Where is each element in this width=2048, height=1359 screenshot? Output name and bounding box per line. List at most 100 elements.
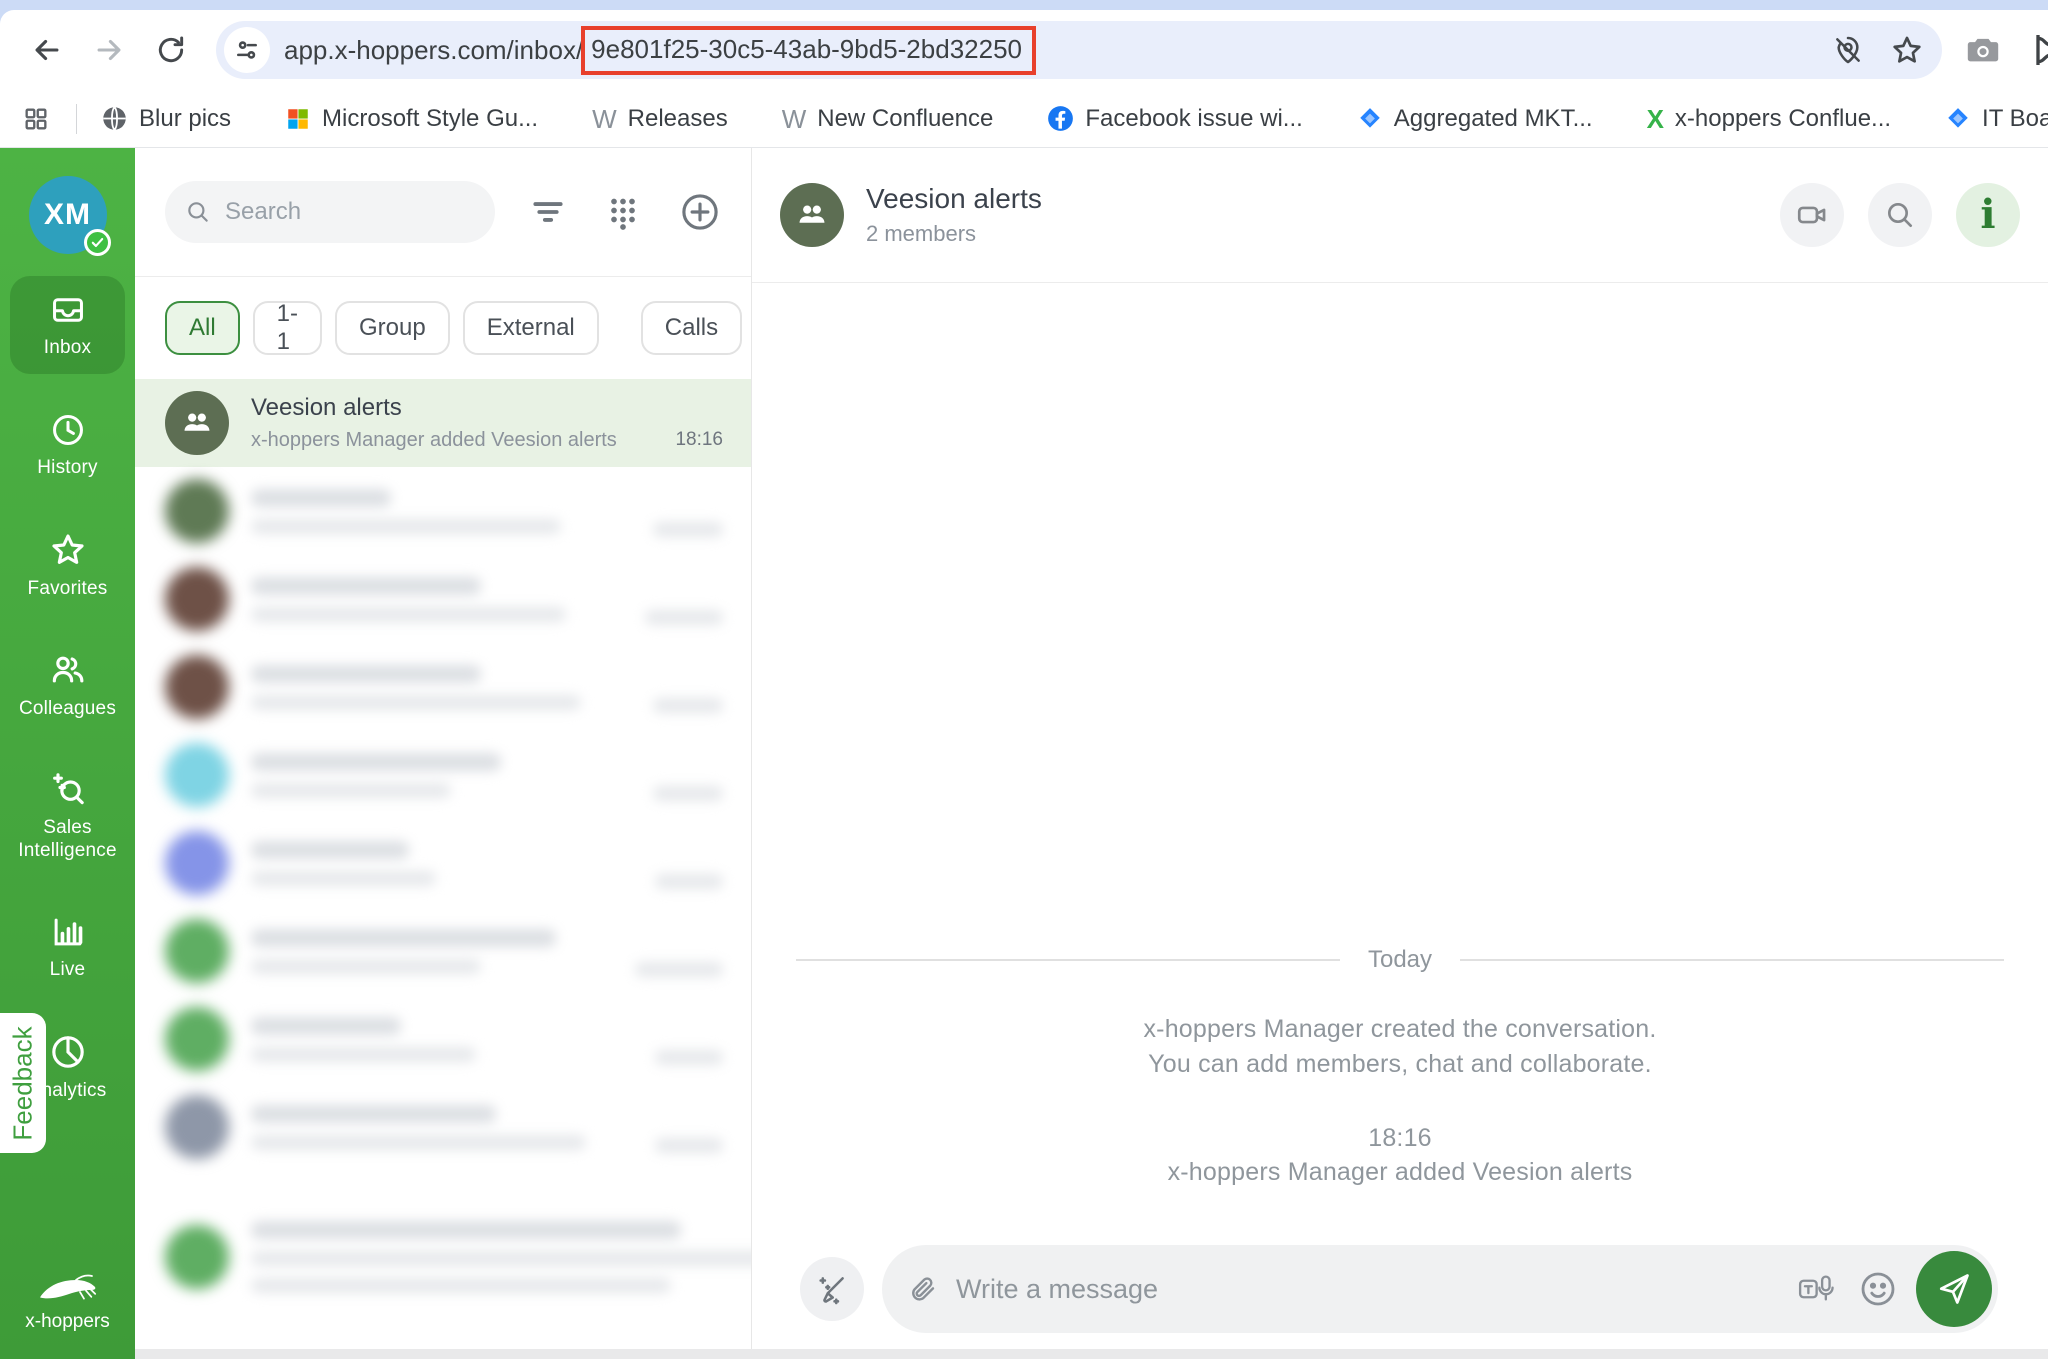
avatar	[165, 831, 229, 895]
feedback-tab[interactable]: Feedback	[0, 1013, 46, 1153]
user-avatar[interactable]: XM	[29, 176, 107, 254]
event-timestamp: 18:16	[752, 1124, 2048, 1153]
blurred-title	[251, 665, 481, 683]
sidebar: XM Inbox History	[0, 148, 135, 1359]
plus-circle-icon	[679, 191, 721, 233]
live-chart-icon	[49, 913, 87, 951]
filter-button[interactable]	[529, 193, 567, 231]
chat-list-panel: Search	[135, 148, 752, 1359]
filter-chip-external[interactable]: External	[463, 301, 599, 355]
new-chat-button[interactable]	[679, 191, 721, 233]
jira-icon	[1945, 106, 1971, 132]
blurred-time	[653, 522, 723, 537]
chip-label: 1-1	[277, 300, 298, 356]
chat-list-item-blurred[interactable]	[135, 467, 751, 555]
bookmark-blur-pics[interactable]: Blur pics	[101, 105, 231, 133]
filter-chip-all[interactable]: All	[165, 301, 240, 355]
event-message: x-hoppers Manager added Veesion alerts	[752, 1158, 2048, 1187]
bookmark-label: x-hoppers Conflue...	[1675, 105, 1891, 133]
globe-icon	[101, 105, 128, 132]
blurred-subtitle	[251, 519, 561, 534]
filter-icon	[529, 193, 567, 231]
forward-button[interactable]	[87, 28, 131, 72]
blurred-time	[655, 1050, 723, 1065]
bookmark-label: Aggregated MKT...	[1394, 105, 1593, 133]
chat-list-item-blurred[interactable]	[135, 1191, 751, 1323]
sidebar-item-favorites[interactable]: Favorites	[10, 516, 125, 614]
chat-list-item-blurred[interactable]	[135, 555, 751, 643]
bookmark-new-confluence[interactable]: W New Confluence	[782, 105, 994, 133]
blurred-subtitle	[251, 695, 581, 710]
star-icon	[48, 530, 88, 570]
back-button[interactable]	[25, 28, 69, 72]
search-input[interactable]: Search	[165, 181, 495, 243]
emoji-button[interactable]	[1858, 1269, 1898, 1309]
video-call-button[interactable]	[1780, 183, 1844, 247]
chat-list-item-blurred[interactable]	[135, 643, 751, 731]
blurred-title	[251, 489, 391, 507]
window-bottom-scrollbar[interactable]	[135, 1349, 2048, 1359]
site-settings-button[interactable]	[224, 27, 270, 73]
chat-list-item-blurred[interactable]	[135, 1083, 751, 1171]
message-input[interactable]: Write a message	[882, 1245, 1998, 1333]
dialpad-button[interactable]	[605, 194, 641, 230]
apps-grid-button[interactable]	[22, 105, 50, 133]
info-icon: i	[1980, 195, 1995, 235]
attachment-paperclip-icon	[908, 1274, 938, 1304]
sidebar-item-sales-intelligence[interactable]: Sales Intelligence	[10, 756, 125, 876]
bookmark-aggregated-mkt[interactable]: Aggregated MKT...	[1357, 105, 1593, 133]
text-to-speech-icon	[1796, 1267, 1840, 1311]
bookmark-star-button[interactable]	[1890, 33, 1924, 67]
blurred-subtitle	[251, 959, 481, 974]
sidebar-brand-xhoppers[interactable]: x-hoppers	[25, 1271, 110, 1333]
chat-list-item-blurred[interactable]	[135, 819, 751, 907]
screenshot-extension-button[interactable]	[1964, 31, 2002, 69]
sidebar-item-label: Favorites	[28, 578, 108, 601]
analytics-pie-icon	[48, 1032, 88, 1072]
reload-icon	[155, 34, 187, 66]
address-bar[interactable]: app.x-hoppers.com/inbox/9e801f25-30c5-43…	[216, 21, 1942, 79]
date-divider: Today	[752, 946, 2048, 974]
chat-list-item-veesion-alerts[interactable]: Veesion alerts x-hoppers Manager added V…	[135, 379, 751, 467]
send-button[interactable]	[1916, 1251, 1992, 1327]
sidebar-item-history[interactable]: History	[10, 396, 125, 494]
filter-chip-1-1[interactable]: 1-1	[253, 301, 322, 355]
extension-icon	[2028, 30, 2048, 70]
bookmark-xhoppers-confluence[interactable]: X x-hoppers Conflue...	[1647, 105, 1891, 133]
blurred-time	[655, 1138, 723, 1153]
bookmark-facebook-issue[interactable]: Facebook issue wi...	[1047, 105, 1302, 133]
sidebar-item-live[interactable]: Live	[10, 898, 125, 996]
reload-button[interactable]	[149, 28, 193, 72]
bookmarks-divider	[76, 104, 77, 134]
avatar	[165, 567, 229, 631]
blurred-subtitle	[251, 871, 436, 886]
url-highlighted-id: 9e801f25-30c5-43ab-9bd5-2bd32250	[581, 26, 1036, 75]
location-off-icon	[1832, 34, 1864, 66]
location-blocked-button[interactable]	[1832, 34, 1864, 66]
extensions-button[interactable]	[2028, 30, 2048, 70]
bookmark-microsoft-style-guide[interactable]: Microsoft Style Gu...	[285, 105, 538, 133]
message-placeholder: Write a message	[956, 1274, 1778, 1305]
blurred-time	[645, 610, 723, 625]
chat-info-button[interactable]: i	[1956, 183, 2020, 247]
chat-list-item-blurred[interactable]	[135, 731, 751, 819]
sidebar-item-colleagues[interactable]: Colleagues	[10, 636, 125, 734]
camera-icon	[1964, 31, 2002, 69]
filter-chip-calls[interactable]: Calls	[641, 301, 742, 355]
wildix-w-icon: W	[782, 106, 807, 132]
conversation-header: Veesion alerts 2 members i	[752, 148, 2048, 283]
ai-assistant-button[interactable]	[800, 1257, 864, 1321]
blurred-subtitle	[251, 1278, 671, 1293]
avatar	[165, 919, 229, 983]
voice-to-text-button[interactable]	[1796, 1267, 1840, 1311]
search-in-chat-button[interactable]	[1868, 183, 1932, 247]
bookmark-it-board[interactable]: IT Board Closed ti...	[1945, 105, 2048, 133]
sidebar-item-inbox[interactable]: Inbox	[10, 276, 125, 374]
browser-chrome: app.x-hoppers.com/inbox/9e801f25-30c5-43…	[0, 0, 2048, 148]
group-avatar[interactable]	[780, 183, 844, 247]
video-camera-icon	[1795, 198, 1829, 232]
chat-list-item-blurred[interactable]	[135, 907, 751, 995]
chat-list-item-blurred[interactable]	[135, 995, 751, 1083]
bookmark-releases[interactable]: W Releases	[592, 105, 728, 133]
filter-chip-group[interactable]: Group	[335, 301, 450, 355]
